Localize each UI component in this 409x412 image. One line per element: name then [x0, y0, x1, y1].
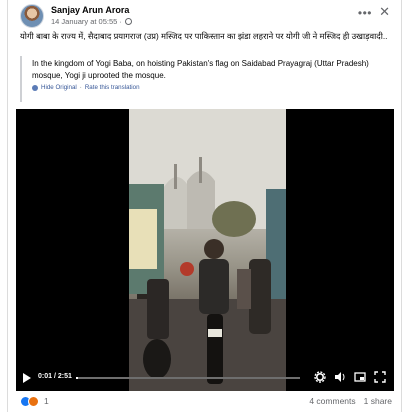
author-name[interactable]: Sanjay Arun Arora [51, 5, 129, 15]
reactions-count[interactable]: 1 [44, 396, 49, 406]
facebook-post: Sanjay Arun Arora 14 January at 05:55 · … [7, 0, 402, 412]
comments-count[interactable]: 4 comments [309, 396, 355, 406]
engagement-stats: 4 comments 1 share [309, 396, 392, 406]
shares-count[interactable]: 1 share [364, 396, 392, 406]
post-footer: 1 4 comments 1 share [20, 395, 392, 409]
video-frame[interactable] [129, 109, 286, 391]
fullscreen-icon[interactable] [374, 371, 386, 383]
separator-dot: · [119, 17, 122, 26]
angry-reaction-icon [28, 396, 39, 407]
video-player[interactable]: 0:01 / 2:51 [16, 109, 394, 391]
settings-icon[interactable] [314, 371, 326, 383]
progress-fill [76, 377, 79, 379]
post-header: Sanjay Arun Arora 14 January at 05:55 · … [20, 4, 390, 30]
video-scene [129, 109, 286, 391]
hide-original-link[interactable]: Hide Original [41, 84, 77, 91]
more-options-icon[interactable]: ••• [358, 6, 372, 20]
picture-in-picture-icon[interactable] [354, 371, 366, 383]
video-time: 0:01 / 2:51 [38, 373, 72, 380]
translation-links: Hide Original · Rate this translation [32, 84, 392, 91]
translation-text: In the kingdom of Yogi Baba, on hoisting… [32, 59, 369, 80]
author-avatar[interactable] [20, 4, 44, 28]
reactions[interactable] [20, 396, 39, 407]
links-separator: · [79, 84, 82, 91]
post-date[interactable]: 14 January at 05:55 [51, 17, 117, 26]
globe-icon [124, 18, 132, 25]
post-meta: 14 January at 05:55 · [51, 17, 132, 26]
volume-icon[interactable] [334, 371, 346, 383]
translate-icon [32, 84, 38, 91]
play-icon[interactable] [23, 373, 31, 383]
video-controls: 0:01 / 2:51 [16, 365, 394, 391]
close-icon[interactable]: ✕ [379, 4, 390, 20]
progress-bar[interactable] [76, 377, 300, 379]
rate-translation-link[interactable]: Rate this translation [85, 84, 140, 91]
translation-block: In the kingdom of Yogi Baba, on hoisting… [20, 56, 392, 102]
post-original-text: योगी बाबा के राज्य में, सैदाबाद प्रयागरा… [20, 31, 388, 41]
